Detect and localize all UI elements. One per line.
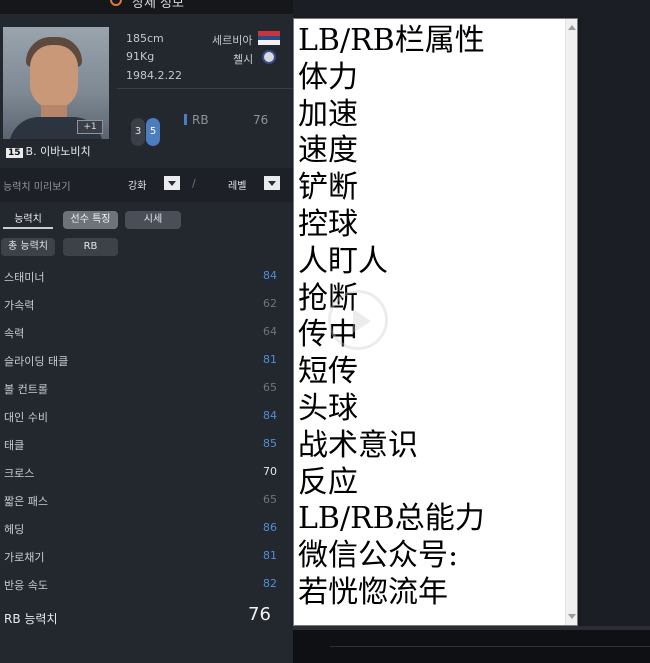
level-label: 레벨: [228, 181, 247, 192]
player-name-text: B. 이바노비치: [25, 145, 91, 158]
upgrade-badge: +1: [77, 120, 103, 134]
enhance-dropdown[interactable]: 강화: [116, 174, 184, 192]
player-birthdate: 1984.2.22: [126, 69, 182, 82]
stat-row: 가속력 62: [0, 290, 293, 318]
stat-value: 65: [263, 493, 277, 506]
stat-value: 81: [263, 353, 277, 366]
preview-label: 능력치 미리보기: [3, 182, 71, 193]
player-weight: 91Kg: [126, 50, 155, 63]
position-rating: 76: [253, 113, 269, 127]
stat-row: 크로스 70: [0, 458, 293, 486]
stat-row: 가로채기 81: [0, 542, 293, 570]
note-line: 反应: [298, 464, 358, 500]
note-line: LB/RB总能力: [298, 501, 485, 537]
stat-name: 볼 컨트롤: [4, 383, 48, 396]
stat-row: 태클 85: [0, 430, 293, 458]
stat-row: 대인 수비 84: [0, 402, 293, 430]
chelsea-crest-icon: [262, 50, 276, 64]
note-line: 短传: [298, 354, 358, 390]
stat-name: 속력: [4, 327, 25, 340]
filter-total-stats[interactable]: 총 능력치: [1, 238, 55, 256]
level-dropdown[interactable]: 레벨: [214, 174, 284, 192]
player-club: 첼시: [233, 53, 254, 66]
stat-row: 반응 속도 82: [0, 570, 293, 598]
position-marker: [184, 114, 187, 125]
tab-stats[interactable]: 능력치: [3, 211, 53, 229]
stat-value: 70: [263, 465, 277, 478]
jersey-number: 15: [6, 148, 23, 158]
note-line: 微信公众号:: [298, 538, 459, 574]
left-foot-rating: 3: [131, 118, 145, 146]
note-line: 头球: [298, 390, 358, 426]
note-line: 速度: [298, 133, 358, 169]
stat-row: 볼 컨트롤 65: [0, 374, 293, 402]
serbia-flag-icon: [258, 31, 280, 45]
stat-value: 86: [263, 521, 277, 534]
note-line: 控球: [298, 206, 358, 242]
note-line: 加速: [298, 96, 358, 132]
stat-row: 슬라이딩 태클 81: [0, 346, 293, 374]
total-label: RB 능력치: [4, 612, 58, 626]
player-name: 15 B. 이바노비치: [6, 143, 91, 159]
stat-row: 속력 64: [0, 318, 293, 346]
position-label: RB: [192, 113, 209, 127]
stat-value: 65: [263, 381, 277, 394]
stat-name: 대인 수비: [4, 411, 48, 424]
note-line: 若恍惚流年: [298, 574, 448, 610]
note-line: 战术意识: [298, 427, 418, 463]
stat-name: 크로스: [4, 467, 35, 480]
vertical-scrollbar[interactable]: [565, 19, 577, 625]
note-line: 人盯人: [298, 243, 388, 279]
stat-row: 스태미너 84: [0, 262, 293, 290]
tab-market[interactable]: 시세: [125, 211, 181, 229]
stat-name: 반응 속도: [4, 579, 48, 592]
scroll-up-icon[interactable]: [568, 25, 576, 30]
note-line: LB/RB栏属性: [298, 23, 485, 58]
stat-name: 슬라이딩 태클: [4, 355, 69, 368]
play-watermark-icon: [328, 290, 388, 350]
chevron-down-icon: [164, 176, 180, 190]
stat-value: 62: [263, 297, 277, 310]
chevron-down-icon: [264, 176, 280, 190]
note-line: 体力: [298, 59, 358, 95]
right-foot-rating: 5: [146, 118, 160, 146]
tab-traits[interactable]: 선수 특징: [63, 211, 118, 229]
stat-name: 가속력: [4, 299, 35, 312]
stat-name: 스태미너: [4, 271, 45, 284]
player-detail-panel: 상세 정보 +1 15 B. 이바노비치 185cm 91Kg 1984.2.22…: [0, 0, 293, 663]
foot-rating: 3 5: [131, 118, 163, 146]
stat-name: 가로채기: [4, 551, 45, 564]
player-nation: 세르비아: [212, 34, 253, 47]
info-divider: [117, 88, 293, 89]
enhance-label: 강화: [128, 181, 147, 192]
stat-value: 82: [263, 577, 277, 590]
stat-name: 태클: [4, 439, 25, 452]
stat-value: 64: [263, 325, 277, 338]
stat-value: 84: [263, 409, 277, 422]
player-height: 185cm: [126, 32, 164, 45]
stat-name: 헤딩: [4, 523, 25, 536]
stat-value: 85: [263, 437, 277, 450]
stat-value: 81: [263, 549, 277, 562]
filter-position[interactable]: RB: [63, 238, 118, 256]
stat-value: 84: [263, 269, 277, 282]
panel-title: 상세 정보: [132, 0, 184, 11]
background-edge: [330, 646, 650, 647]
stat-row: 짧은 패스 65: [0, 486, 293, 514]
stat-row: 헤딩 86: [0, 514, 293, 542]
total-value: 76: [248, 604, 271, 625]
scroll-down-icon[interactable]: [568, 614, 576, 619]
note-line: 铲断: [298, 170, 358, 206]
stat-name: 짧은 패스: [4, 495, 48, 508]
preview-separator: /: [192, 177, 196, 190]
